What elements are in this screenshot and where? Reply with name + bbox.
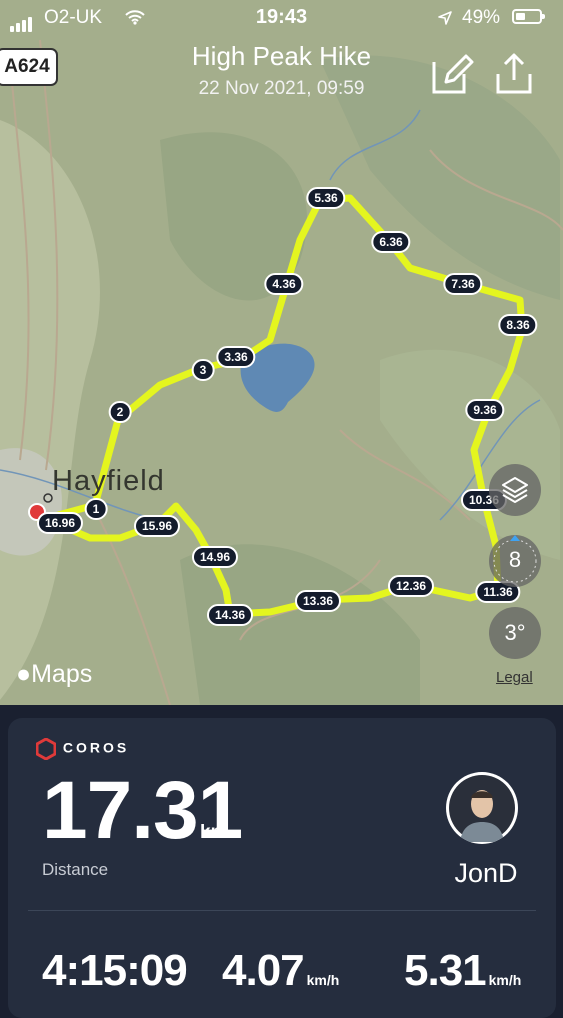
km-marker: 3 [191,359,215,381]
km-marker: 8.36 [498,314,538,336]
brand-logo: COROS [35,737,129,761]
map-view[interactable]: O2-UK 19:43 49% A624 ‹ High Peak Hike 22… [0,0,563,705]
compass-button[interactable]: 8 [489,535,541,587]
activity-summary-panel: COROS 17.31 km Distance JonD 4:15:09 4.0… [8,718,556,1018]
location-arrow-icon [438,11,452,25]
town-label: Hayfield [52,465,165,497]
layers-button[interactable] [489,464,541,516]
km-marker: 6.36 [371,231,411,253]
km-marker: 14.36 [206,604,254,626]
compass-value: 8 [508,547,522,572]
km-marker: 15.96 [133,515,181,537]
km-marker: 7.36 [443,273,483,295]
km-marker: 16.96 [36,512,84,534]
km-marker: 12.36 [387,575,435,597]
share-icon[interactable] [492,52,536,96]
speed-value: 4.07 km/h [222,946,340,995]
km-marker: 4.36 [264,273,304,295]
username: JonD [454,858,518,888]
distance-unit: km [200,822,228,843]
km-marker: 14.96 [191,546,239,568]
km-marker: 2 [108,401,132,423]
edit-icon[interactable] [430,52,474,96]
pace-value: 5.31 km/h [404,946,522,995]
duration-value: 4:15:09 [42,946,188,995]
legal-link[interactable]: Legal [496,669,533,686]
maps-brand: ●Maps [16,660,93,688]
status-bar: O2-UK 19:43 49% [0,0,563,36]
avatar[interactable] [446,772,518,844]
layers-icon [502,477,528,503]
km-marker: 1 [84,498,108,520]
km-marker: 13.36 [294,590,342,612]
km-marker: 9.36 [465,399,505,421]
page-title: High Peak Hike [191,41,372,71]
km-marker: 5.36 [306,187,346,209]
user-avatar-icon [449,775,515,842]
km-marker: 3.36 [216,346,256,368]
apple-icon: ● [16,660,32,688]
tilt-button[interactable]: 3° [489,607,541,659]
page-subtitle: 22 Nov 2021, 09:59 [198,78,365,99]
battery-percent: 49% [462,7,501,28]
distance-label: Distance [42,860,109,879]
coros-logo-icon [35,737,57,761]
divider [28,910,536,911]
battery-icon [512,9,545,24]
